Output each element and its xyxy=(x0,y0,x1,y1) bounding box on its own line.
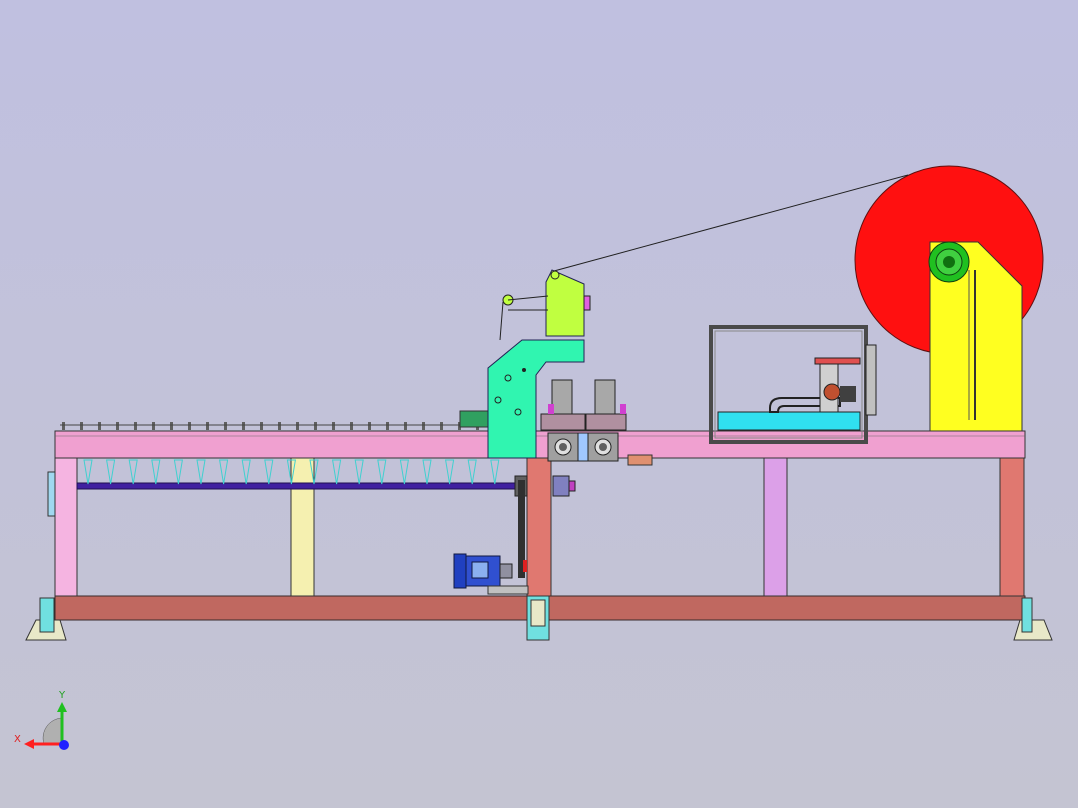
conveyor-slat xyxy=(224,422,227,430)
spool-hub[interactable] xyxy=(928,241,970,283)
spray-nozzle xyxy=(332,459,342,485)
x-axis-label: X xyxy=(14,734,21,745)
leg-left xyxy=(54,456,78,597)
post-cream xyxy=(290,456,315,597)
spray-nozzle xyxy=(354,459,364,485)
machine-drawing[interactable]: Y X xyxy=(0,0,1078,808)
conveyor-slats xyxy=(62,422,479,430)
conveyor-slat xyxy=(80,422,83,430)
conveyor-slat xyxy=(152,422,155,430)
spray-nozzle xyxy=(467,459,477,485)
conveyor-slat xyxy=(62,422,65,430)
spray-nozzle xyxy=(241,459,251,485)
spray-nozzle xyxy=(264,459,274,485)
conveyor-slat xyxy=(260,422,263,430)
clamp-units[interactable] xyxy=(540,379,627,431)
side-bracket-left xyxy=(47,471,56,517)
conveyor-slat xyxy=(278,422,281,430)
conveyor-slat xyxy=(98,422,101,430)
spray-nozzle xyxy=(219,459,229,485)
leg-center xyxy=(526,456,552,597)
drive-shaft xyxy=(76,482,526,490)
spray-nozzle xyxy=(377,459,387,485)
conveyor-slat xyxy=(116,422,119,430)
conveyor-slat xyxy=(206,422,209,430)
spray-nozzle xyxy=(173,459,183,485)
conveyor-slat xyxy=(296,422,299,430)
cad-viewport[interactable]: Y X xyxy=(0,0,1078,808)
conveyor-slat xyxy=(386,422,389,430)
sensor-block xyxy=(459,410,489,428)
motor[interactable] xyxy=(453,553,529,595)
conveyor-slat xyxy=(404,422,407,430)
top-rail xyxy=(54,430,1026,459)
post-violet xyxy=(763,456,788,597)
conveyor-slat xyxy=(368,422,371,430)
feed-rollers[interactable] xyxy=(547,432,619,462)
conveyor-slat xyxy=(422,422,425,430)
leg-right xyxy=(999,456,1025,597)
conveyor-slat xyxy=(350,422,353,430)
spray-nozzle xyxy=(422,459,432,485)
conveyor-slat xyxy=(314,422,317,430)
stopper-block xyxy=(627,454,653,466)
spray-nozzle xyxy=(83,459,93,485)
spray-nozzle xyxy=(490,459,500,485)
y-axis-label: Y xyxy=(58,690,66,701)
spray-nozzle xyxy=(151,459,161,485)
spray-nozzle xyxy=(445,459,455,485)
forming-cabinet[interactable] xyxy=(709,325,877,444)
spray-nozzle xyxy=(196,459,206,485)
spray-nozzle xyxy=(128,459,138,485)
foot-center xyxy=(526,595,550,641)
conveyor-slat xyxy=(134,422,137,430)
conveyor-slat xyxy=(188,422,191,430)
spray-nozzle xyxy=(106,459,116,485)
conveyor-slat xyxy=(332,422,335,430)
spray-nozzle xyxy=(399,459,409,485)
axis-triad: Y X xyxy=(14,690,69,750)
conveyor-slat xyxy=(440,422,443,430)
conveyor-slat xyxy=(170,422,173,430)
conveyor-slat xyxy=(242,422,245,430)
